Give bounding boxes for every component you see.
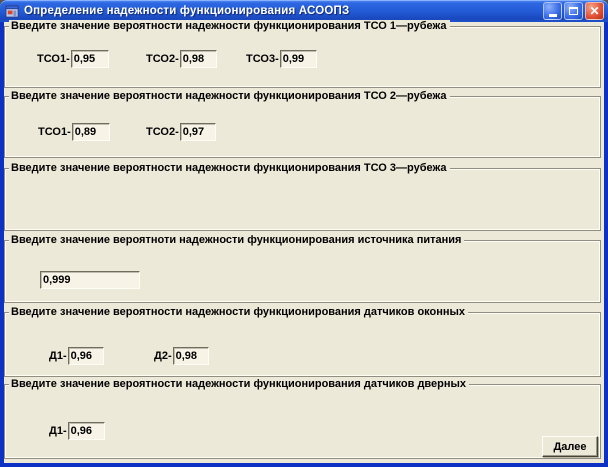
section-power-source: Введите значение вероятноти надежности ф… [4, 234, 601, 303]
window-title: Определение надежности функционирования … [24, 5, 350, 17]
input-tso2-line2[interactable] [179, 123, 216, 141]
field-row: ТСО1- [38, 123, 110, 141]
section-window-sensors: Введите значение вероятности надежности … [4, 306, 601, 377]
section-tso-line3: Введите значение вероятности надежности … [4, 162, 601, 231]
field-row: Д2- [154, 347, 209, 365]
input-tso3-line1[interactable] [279, 50, 317, 68]
field-label: ТСО2- [146, 126, 179, 138]
minimize-icon [548, 14, 557, 17]
input-power-source[interactable] [40, 271, 140, 289]
field-row: ТСО2- [146, 50, 217, 68]
input-tso1-line2[interactable] [71, 123, 110, 141]
field-label: ТСО3- [246, 53, 279, 65]
close-icon: ✕ [589, 4, 600, 18]
section-tso-line2: Введите значение вероятности надежности … [4, 90, 601, 158]
input-window-sensor-d1[interactable] [67, 347, 104, 365]
input-tso1-line1[interactable] [70, 50, 109, 68]
section-header: Введите значение вероятности надежности … [9, 90, 450, 103]
field-label: Д1- [49, 350, 67, 362]
next-button[interactable]: Далее [542, 436, 598, 457]
field-label: ТСО2- [146, 53, 179, 65]
field-row [40, 271, 140, 289]
input-door-sensor-d1[interactable] [67, 422, 105, 440]
section-tso-line1: Введите значение вероятности надежности … [4, 20, 601, 88]
close-button[interactable]: ✕ [585, 2, 604, 20]
section-header: Введите значение вероятноти надежности ф… [9, 234, 465, 247]
field-label: ТСО1- [37, 53, 70, 65]
input-tso2-line1[interactable] [179, 50, 217, 68]
titlebar-buttons: ✕ [543, 2, 604, 20]
field-row: Д1- [49, 347, 104, 365]
field-row: ТСО2- [146, 123, 216, 141]
field-row: Д1- [49, 422, 105, 440]
client-area: Введите значение вероятности надежности … [4, 20, 604, 463]
section-header: Введите значение вероятности надежности … [9, 162, 450, 175]
field-row: ТСО1- [37, 50, 109, 68]
field-label: Д2- [154, 350, 172, 362]
section-header: Введите значение вероятности надежности … [9, 378, 470, 391]
section-door-sensors: Введите значение вероятности надежности … [4, 378, 601, 459]
minimize-button[interactable] [543, 2, 562, 20]
field-label: Д1- [49, 425, 67, 437]
field-label: ТСО1- [38, 126, 71, 138]
section-header: Введите значение вероятности надежности … [9, 20, 450, 33]
section-header: Введите значение вероятности надежности … [9, 306, 469, 319]
app-window: Определение надежности функционирования … [0, 0, 608, 467]
title-bar[interactable]: Определение надежности функционирования … [0, 0, 608, 22]
field-row: ТСО3- [246, 50, 317, 68]
maximize-button[interactable] [564, 2, 583, 20]
app-icon [5, 4, 19, 18]
maximize-icon [569, 7, 578, 15]
input-window-sensor-d2[interactable] [172, 347, 209, 365]
